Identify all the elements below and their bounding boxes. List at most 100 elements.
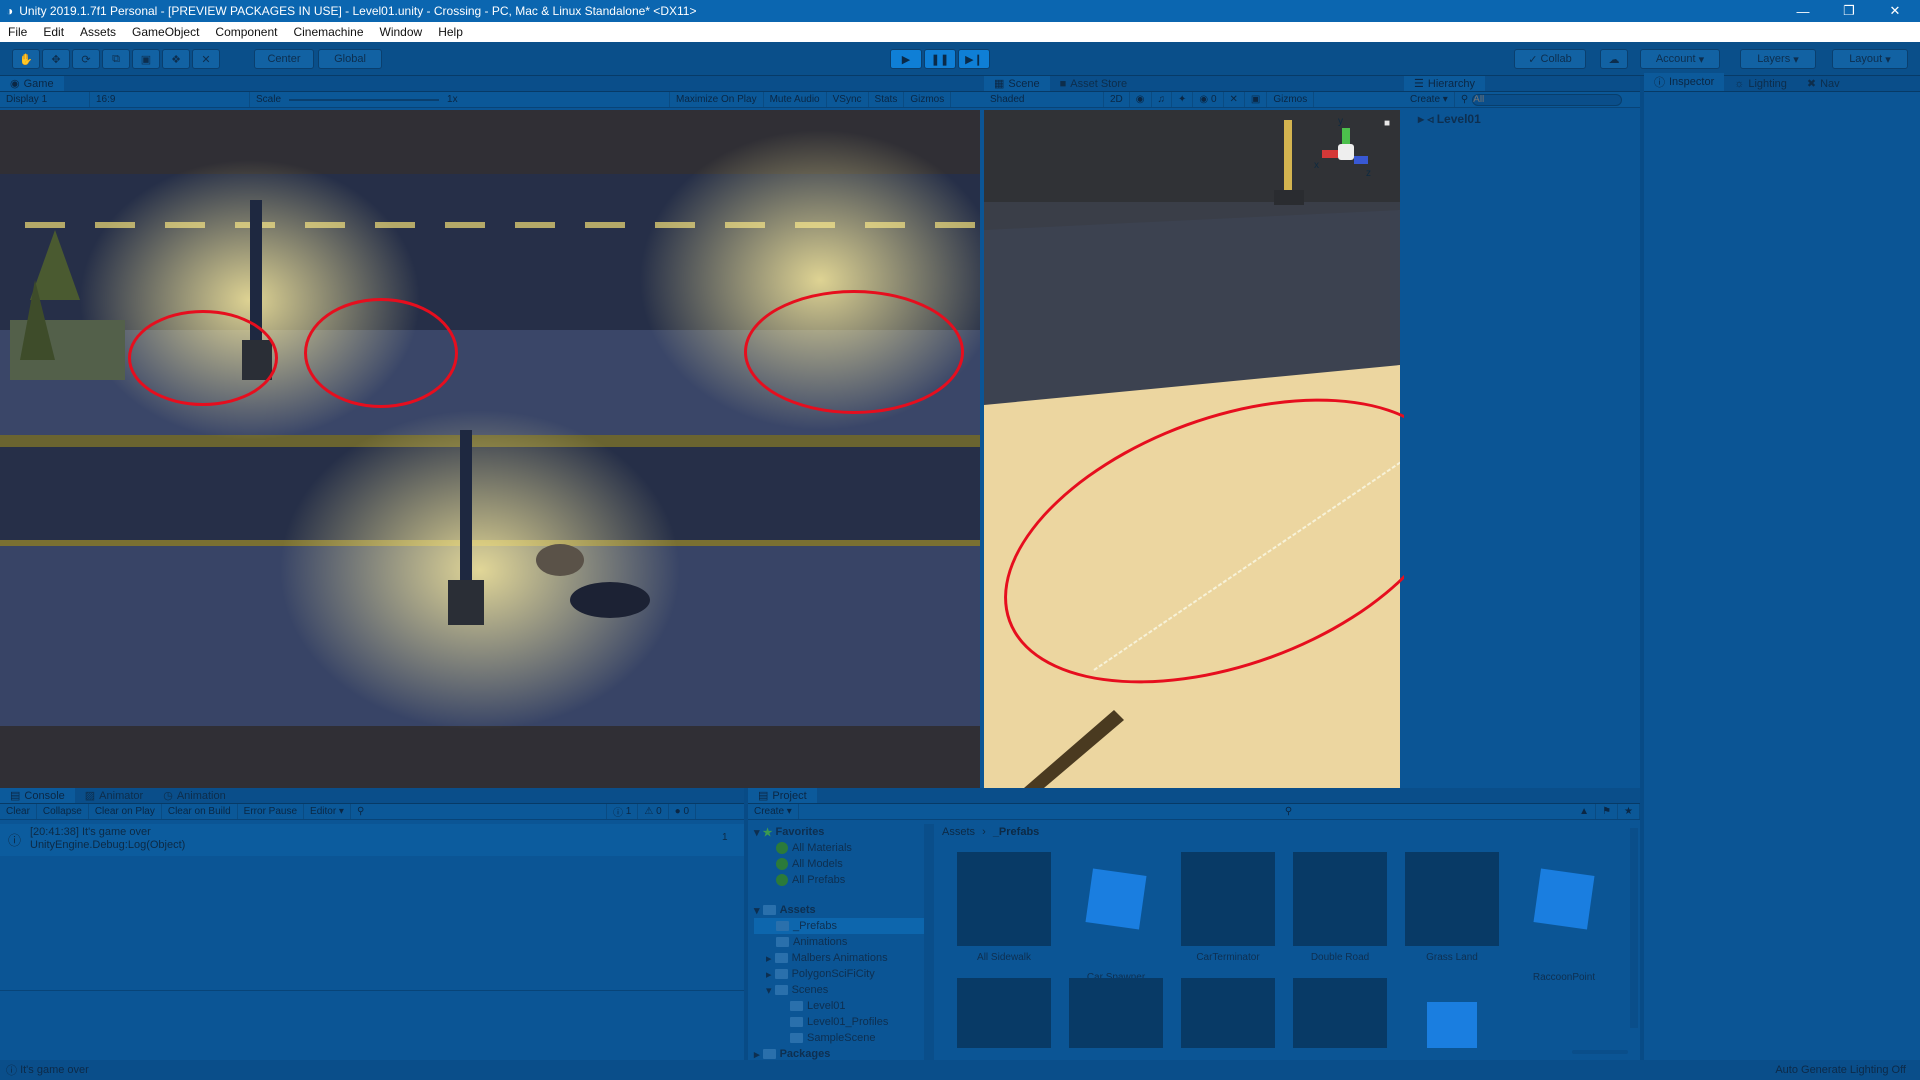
scene-level01-profiles[interactable]: Level01_Profiles [754, 1014, 924, 1030]
vsync-toggle[interactable]: VSync [827, 92, 869, 107]
rect-tool-icon[interactable]: ▣ [132, 49, 160, 69]
camera-dropdown[interactable]: ▣ [1245, 92, 1268, 107]
layers-dropdown[interactable]: Layers ▾ [1740, 49, 1816, 69]
favorite-star-icon[interactable]: ★ [1618, 804, 1640, 819]
rotate-tool-icon[interactable]: ⟳ [72, 49, 100, 69]
asset-item[interactable] [1292, 978, 1388, 1054]
tab-hierarchy[interactable]: ☰ Hierarchy [1404, 76, 1485, 91]
maximize-on-play-toggle[interactable]: Maximize On Play [670, 92, 764, 107]
project-grid-scrollbar[interactable] [1630, 828, 1638, 1028]
console-log-filter[interactable]: ⓘ 1 [607, 804, 639, 819]
gizmo-y-arrow[interactable] [1342, 128, 1350, 144]
folder-scenes[interactable]: ▾ Scenes [754, 982, 924, 998]
tab-inspector[interactable]: ⓘ Inspector [1644, 73, 1725, 91]
project-search[interactable]: ⚲ [1279, 804, 1573, 819]
tab-project[interactable]: ▤ Project [748, 788, 817, 803]
scene-sample[interactable]: SampleScene [754, 1030, 924, 1046]
menu-window[interactable]: Window [372, 25, 431, 39]
aspect-dropdown[interactable]: 16:9 [90, 92, 250, 107]
project-tree-scrollbar[interactable] [924, 824, 934, 1060]
menu-cinemachine[interactable]: Cinemachine [285, 25, 371, 39]
hierarchy-search[interactable]: ⚲ [1455, 92, 1640, 107]
console-clear-on-build-toggle[interactable]: Clear on Build [162, 804, 238, 819]
gizmo-x-arrow[interactable] [1322, 150, 1338, 158]
account-dropdown[interactable]: Account ▾ [1640, 49, 1720, 69]
menu-file[interactable]: File [0, 25, 35, 39]
assets-root[interactable]: ▾ Assets [754, 902, 924, 918]
scale-slider[interactable]: Scale 1x [250, 92, 670, 107]
console-collapse-toggle[interactable]: Collapse [37, 804, 89, 819]
menu-component[interactable]: Component [207, 25, 285, 39]
console-error-pause-toggle[interactable]: Error Pause [238, 804, 305, 819]
console-error-filter[interactable]: ● 0 [669, 804, 697, 819]
pivot-center-button[interactable]: Center [254, 49, 314, 69]
mode-2d-toggle[interactable]: 2D [1104, 92, 1130, 107]
tab-console[interactable]: ▤ Console [0, 788, 75, 803]
audio-toggle[interactable]: ♫ [1152, 92, 1173, 107]
filter-by-label-icon[interactable]: ⚑ [1596, 804, 1619, 819]
asset-item[interactable] [1180, 978, 1276, 1054]
collab-button[interactable]: ✓ Collab [1514, 49, 1586, 69]
stats-toggle[interactable]: Stats [869, 92, 905, 107]
restore-button[interactable]: ❐ [1826, 0, 1872, 22]
asset-grass-land[interactable]: Grass Land [1404, 852, 1500, 963]
scene-orientation-gizmo[interactable]: y x z [1314, 116, 1378, 184]
scale-tool-icon[interactable]: ⧉ [102, 49, 130, 69]
menu-assets[interactable]: Assets [72, 25, 124, 39]
menu-edit[interactable]: Edit [35, 25, 72, 39]
scene-gizmos-dropdown[interactable]: Gizmos [1267, 92, 1315, 107]
thumbnail-size-slider[interactable] [1572, 1050, 1628, 1054]
console-clear-button[interactable]: Clear [0, 804, 37, 819]
fav-all-models[interactable]: All Models [754, 856, 924, 872]
lock-icon[interactable]: ■ [1384, 118, 1394, 129]
fav-all-prefabs[interactable]: All Prefabs [754, 872, 924, 888]
console-warn-filter[interactable]: ⚠ 0 [638, 804, 669, 819]
game-gizmos-dropdown[interactable]: Gizmos [904, 92, 952, 107]
effects-dropdown[interactable]: ✦ [1172, 92, 1194, 107]
asset-car-spawner[interactable]: Car Spawner [1068, 852, 1164, 983]
minimize-button[interactable]: — [1780, 0, 1826, 22]
lighting-toggle[interactable]: ◉ [1130, 92, 1152, 107]
asset-raccoon-point[interactable]: RaccoonPoint [1516, 852, 1612, 983]
status-message[interactable]: It's game over [20, 1064, 89, 1076]
asset-car-terminator[interactable]: CarTerminator [1180, 852, 1276, 963]
pivot-global-button[interactable]: Global [318, 49, 382, 69]
cloud-button[interactable]: ☁ [1600, 49, 1628, 69]
breadcrumb-assets[interactable]: Assets [942, 826, 975, 838]
breadcrumb-prefabs[interactable]: _Prefabs [993, 826, 1039, 838]
gizmo-z-arrow[interactable] [1354, 156, 1368, 164]
hand-tool-icon[interactable]: ✋ [12, 49, 40, 69]
scene-level01[interactable]: Level01 [754, 998, 924, 1014]
close-button[interactable]: ✕ [1872, 0, 1918, 22]
tab-game[interactable]: ◉ Game [0, 76, 64, 91]
asset-all-sidewalk[interactable]: All Sidewalk [956, 852, 1052, 963]
console-editor-dropdown[interactable]: Editor ▾ [304, 804, 351, 819]
project-create-dropdown[interactable]: Create ▾ [748, 804, 799, 819]
fav-all-materials[interactable]: All Materials [754, 840, 924, 856]
console-divider[interactable] [0, 990, 744, 991]
folder-prefabs[interactable]: _Prefabs [754, 918, 924, 934]
transform-tool-icon[interactable]: ❖ [162, 49, 190, 69]
tab-animator[interactable]: ▨ Animator [75, 788, 153, 803]
hierarchy-scene-root[interactable]: ▸ ◃ Level01 [1418, 112, 1481, 126]
folder-polygon[interactable]: ▸ PolygonSciFiCity [754, 966, 924, 982]
tab-asset-store[interactable]: ■ Asset Store [1050, 77, 1138, 91]
folder-animations[interactable]: Animations [754, 934, 924, 950]
asset-double-road[interactable]: Double Road [1292, 852, 1388, 963]
console-search[interactable]: ⚲ [351, 804, 607, 819]
move-tool-icon[interactable]: ✥ [42, 49, 70, 69]
step-button[interactable]: ▶❙ [958, 49, 990, 69]
tab-lighting[interactable]: ☼ Lighting [1724, 77, 1797, 91]
mute-audio-toggle[interactable]: Mute Audio [764, 92, 827, 107]
layout-dropdown[interactable]: Layout ▾ [1832, 49, 1908, 69]
tab-scene[interactable]: ▦ Scene [984, 76, 1050, 91]
pause-button[interactable]: ❚❚ [924, 49, 956, 69]
console-log-entry[interactable]: ⓘ [20:41:38] It's game over UnityEngine.… [0, 824, 744, 856]
hierarchy-create-dropdown[interactable]: Create ▾ [1404, 92, 1455, 107]
tab-navigation[interactable]: ✖ Nav [1797, 76, 1850, 91]
asset-item[interactable] [1068, 978, 1164, 1054]
tab-animation[interactable]: ◷ Animation [153, 788, 236, 803]
custom-tool-icon[interactable]: ✕ [192, 49, 220, 69]
play-button[interactable]: ▶ [890, 49, 922, 69]
hidden-count[interactable]: ◉ 0 [1193, 92, 1224, 107]
